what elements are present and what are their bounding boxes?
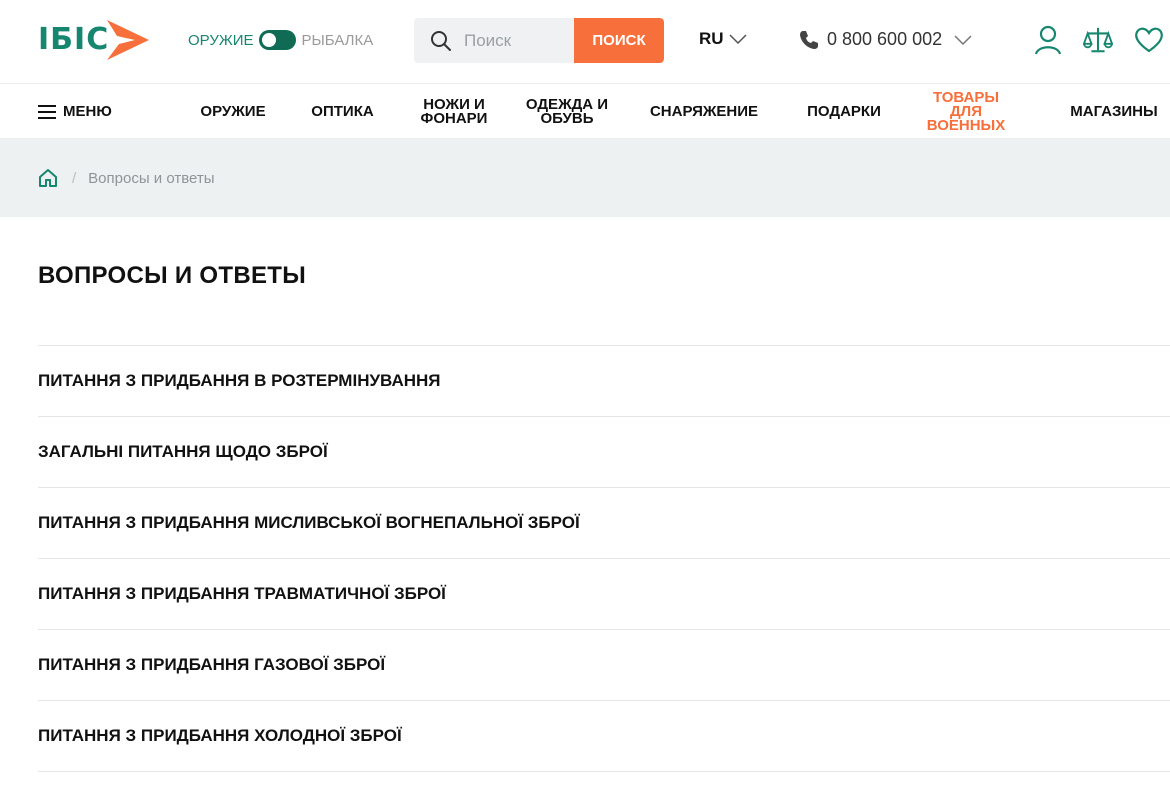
logo-text: ІБІС: [38, 21, 110, 57]
search-input[interactable]: [464, 18, 564, 63]
main-nav: МЕНЮ ОРУЖИЕ ОПТИКА НОЖИ И ФОНАРИ ОДЕЖДА …: [0, 84, 1170, 139]
language-value: RU: [699, 29, 724, 48]
nav-item-optics[interactable]: ОПТИКА: [300, 84, 385, 139]
catalog-switch: ОРУЖИЕ РЫБАЛКА: [188, 28, 373, 52]
faq-item[interactable]: ЗАГАЛЬНІ ПИТАННЯ ЩОДО ЗБРОЇ: [38, 417, 1170, 488]
nav-item-gifts[interactable]: ПОДАРКИ: [796, 84, 892, 139]
search-icon: [431, 30, 451, 51]
nav-item-weapons[interactable]: ОРУЖИЕ: [188, 84, 278, 139]
heart-icon[interactable]: [1134, 24, 1164, 56]
chevron-down-icon: [954, 34, 972, 45]
scales-icon[interactable]: [1083, 24, 1113, 56]
toggle-label-fishing[interactable]: РЫБАЛКА: [302, 32, 374, 49]
toggle-label-weapons[interactable]: ОРУЖИЕ: [188, 32, 254, 49]
phone-number[interactable]: 0 800 600 002: [827, 29, 942, 50]
breadcrumb-current: Вопросы и ответы: [88, 169, 215, 187]
nav-item-clothing[interactable]: ОДЕЖДА И ОБУВЬ: [524, 84, 610, 139]
faq-item[interactable]: ПИТАННЯ З ПРИДБАННЯ МИСЛИВСЬКОЇ ВОГНЕПАЛ…: [38, 488, 1170, 559]
nav-item-equipment[interactable]: СНАРЯЖЕНИЕ: [638, 84, 770, 139]
user-icon[interactable]: [1033, 24, 1063, 56]
menu-label: МЕНЮ: [63, 103, 112, 120]
faq-item[interactable]: ПИТАННЯ З ПРИДБАННЯ ГАЗОВОЇ ЗБРОЇ: [38, 630, 1170, 701]
breadcrumb-separator: /: [72, 169, 77, 187]
search-button[interactable]: ПОИСК: [574, 18, 664, 63]
faq-item[interactable]: ПИТАННЯ З ПРИДБАННЯ ТРАВМАТИЧНОЇ ЗБРОЇ: [38, 559, 1170, 630]
chevron-down-icon: [729, 34, 747, 44]
breadcrumb: / Вопросы и ответы: [0, 139, 1170, 217]
site-logo[interactable]: ІБІС: [38, 16, 151, 62]
toggle-knob: [261, 33, 276, 47]
phone-selector[interactable]: 0 800 600 002: [799, 29, 972, 50]
nav-item-stores[interactable]: МАГАЗИНЫ: [1060, 84, 1168, 139]
language-selector[interactable]: RU: [699, 29, 747, 49]
faq-list: ПИТАННЯ З ПРИДБАННЯ В РОЗТЕРМІНУВАННЯ ЗА…: [38, 345, 1170, 772]
nav-item-knives[interactable]: НОЖИ И ФОНАРИ: [414, 84, 494, 139]
faq-item[interactable]: ПИТАННЯ З ПРИДБАННЯ ХОЛОДНОЇ ЗБРОЇ: [38, 701, 1170, 772]
logo-arrow-icon: [107, 20, 150, 60]
home-icon[interactable]: [38, 168, 58, 188]
hamburger-icon: [38, 104, 56, 120]
site-header: ІБІС ОРУЖИЕ РЫБАЛКА ПОИСК RU 0 800 600 0…: [0, 0, 1170, 84]
phone-icon: [800, 30, 818, 49]
page-title: ВОПРОСЫ И ОТВЕТЫ: [38, 262, 307, 289]
menu-button[interactable]: МЕНЮ: [38, 84, 112, 139]
search-box: ПОИСК: [414, 18, 664, 63]
catalog-toggle[interactable]: [258, 30, 296, 50]
nav-item-military[interactable]: ТОВАРЫ ДЛЯ ВОЕННЫХ: [920, 84, 1012, 139]
faq-item[interactable]: ПИТАННЯ З ПРИДБАННЯ В РОЗТЕРМІНУВАННЯ: [38, 346, 1170, 417]
